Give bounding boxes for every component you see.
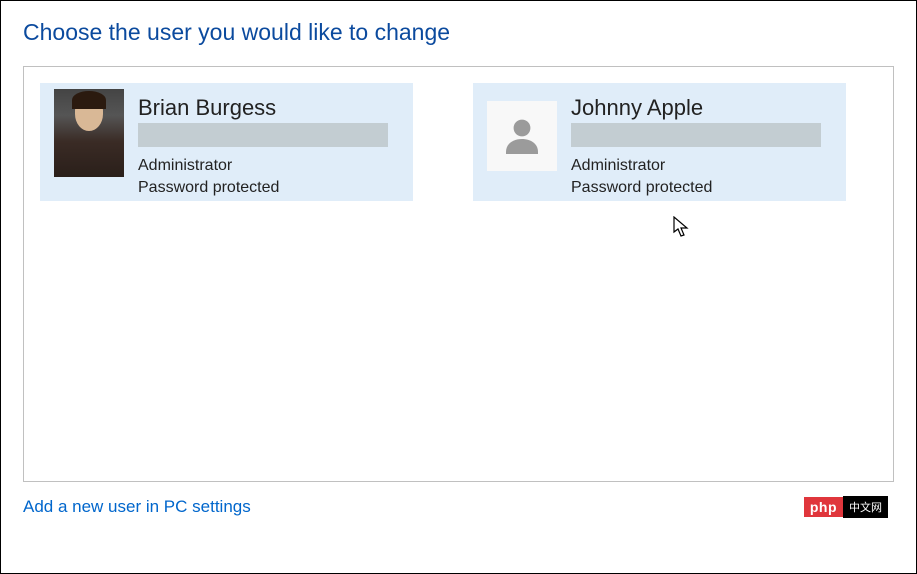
user-tile-brian-burgess[interactable]: Brian Burgess Administrator Password pro…: [40, 83, 413, 201]
avatar: [487, 101, 557, 171]
user-name: Brian Burgess: [138, 95, 399, 121]
user-tile-johnny-apple[interactable]: Johnny Apple Administrator Password prot…: [473, 83, 846, 201]
watermark-cn: 中文网: [843, 496, 888, 518]
redacted-email: [571, 123, 821, 147]
user-role: Administrator: [571, 155, 832, 177]
user-name: Johnny Apple: [571, 95, 832, 121]
watermark-php: php: [804, 497, 843, 517]
user-role: Administrator: [138, 155, 399, 177]
user-status: Password protected: [138, 177, 399, 199]
redacted-email: [138, 123, 388, 147]
user-info: Brian Burgess Administrator Password pro…: [138, 95, 399, 200]
user-info: Johnny Apple Administrator Password prot…: [571, 95, 832, 200]
add-user-link[interactable]: Add a new user in PC settings: [23, 497, 251, 517]
page-title: Choose the user you would like to change: [23, 19, 894, 46]
users-row: Brian Burgess Administrator Password pro…: [40, 83, 877, 201]
avatar-photo: [54, 89, 124, 177]
avatar: [54, 101, 124, 171]
watermark: php 中文网: [804, 496, 888, 518]
user-status: Password protected: [571, 177, 832, 199]
users-panel: Brian Burgess Administrator Password pro…: [23, 66, 894, 482]
bottom-row: Add a new user in PC settings php 中文网: [23, 496, 894, 518]
avatar-placeholder-icon: [487, 101, 557, 171]
